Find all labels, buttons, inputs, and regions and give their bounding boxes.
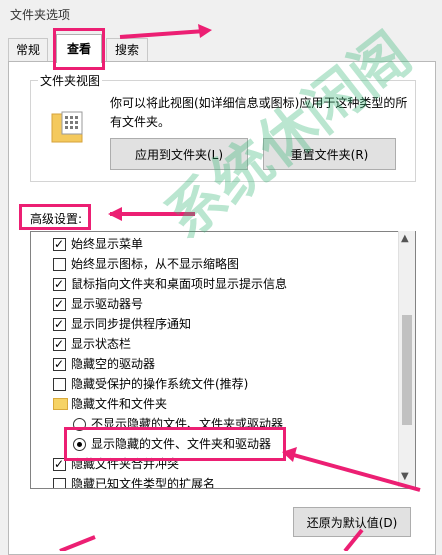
checkbox[interactable] — [53, 274, 66, 294]
list-item-label: 显示同步提供程序通知 — [71, 317, 192, 331]
tab-general[interactable]: 常规 — [8, 38, 48, 61]
checkbox[interactable] — [53, 478, 66, 488]
restore-defaults-button[interactable]: 还原为默认值(D) — [293, 507, 411, 537]
list-item-label: 鼠标指向文件夹和桌面项时显示提示信息 — [71, 277, 288, 291]
folder-views-description: 你可以将此视图(如详细信息或图标)应用于这种类型的所有文件夹。 — [110, 96, 408, 129]
folder-icon — [51, 111, 83, 143]
apply-to-folders-button[interactable]: 应用到文件夹(L) — [110, 138, 248, 170]
highlight-box — [64, 427, 286, 461]
list-item-label: 隐藏文件和文件夹 — [71, 397, 168, 411]
scrollbar-thumb[interactable] — [402, 315, 412, 425]
highlight-box — [19, 204, 91, 230]
checkbox[interactable] — [53, 378, 66, 391]
folder-icon — [53, 398, 68, 410]
scrollbar[interactable]: ▲ ▼ — [398, 231, 415, 487]
list-item-label: 隐藏已知文件类型的扩展名 — [71, 477, 216, 489]
checkbox[interactable] — [53, 334, 66, 354]
list-item-label: 显示驱动器号 — [71, 297, 144, 311]
checkbox[interactable] — [53, 234, 66, 254]
list-item-label: 显示状态栏 — [71, 337, 132, 351]
folder-views-label: 文件夹视图 — [38, 72, 103, 89]
reset-folders-button[interactable]: 重置文件夹(R) — [263, 138, 396, 170]
list-item-label: 始终显示菜单 — [71, 237, 144, 251]
checkbox[interactable] — [53, 314, 66, 334]
tab-search[interactable]: 搜索 — [106, 38, 148, 61]
list-item-label: 隐藏空的驱动器 — [71, 357, 156, 371]
scroll-up-icon[interactable]: ▲ — [401, 233, 409, 244]
list-item-label: 始终显示图标，从不显示缩略图 — [71, 257, 240, 271]
tab-view[interactable]: 查看 — [56, 34, 102, 63]
scroll-down-icon[interactable]: ▼ — [401, 471, 409, 482]
checkbox[interactable] — [53, 294, 66, 314]
checkbox[interactable] — [53, 354, 66, 374]
window-title: 文件夹选项 — [10, 8, 71, 22]
list-item-label: 隐藏受保护的操作系统文件(推荐) — [71, 377, 249, 391]
checkbox[interactable] — [53, 258, 66, 271]
